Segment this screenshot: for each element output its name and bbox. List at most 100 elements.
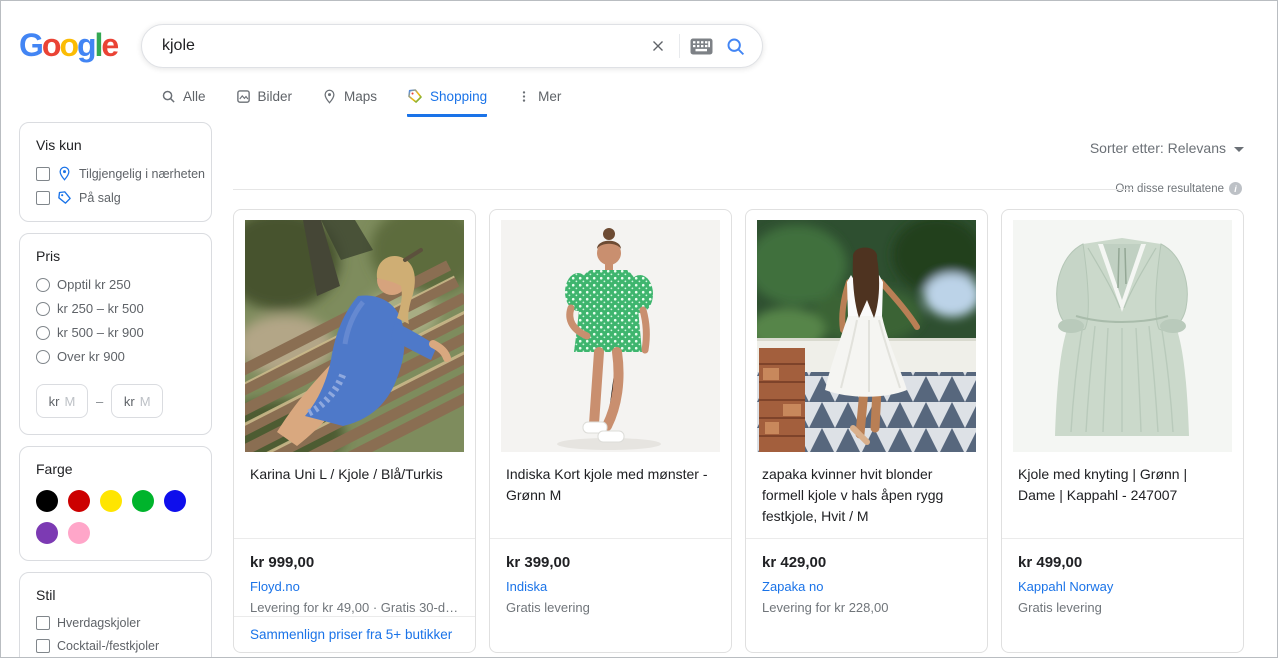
close-icon[interactable] bbox=[641, 29, 675, 63]
google-shopping-page: Google Alle Bilder Maps Shopping bbox=[0, 0, 1278, 658]
logo-letter: o bbox=[59, 27, 77, 63]
product-title[interactable]: Kjole med knyting | Grønn | Dame | Kappa… bbox=[1002, 452, 1243, 538]
price-option-4[interactable]: Over kr 900 bbox=[36, 349, 201, 364]
tab-shopping[interactable]: Shopping bbox=[407, 88, 487, 117]
shipping-info: Levering for kr 228,00 bbox=[762, 600, 971, 615]
price-option-label: kr 250 – kr 500 bbox=[57, 301, 144, 316]
product-image[interactable] bbox=[746, 210, 987, 452]
product-title[interactable]: zapaka kvinner hvit blonder formell kjol… bbox=[746, 452, 987, 538]
more-vertical-icon bbox=[517, 89, 531, 104]
compare-prices-link[interactable]: Sammenlign priser fra 5+ butikker bbox=[234, 616, 475, 652]
checkbox[interactable] bbox=[36, 167, 50, 181]
filter-box-show-only: Vis kun Tilgjengelig i nærheten På salg bbox=[19, 122, 212, 222]
chevron-down-icon bbox=[1234, 147, 1244, 152]
location-pin-icon bbox=[322, 89, 337, 104]
merchant-link[interactable]: Kappahl Norway bbox=[1018, 579, 1227, 594]
tab-label: Shopping bbox=[430, 89, 487, 104]
filter-option-nearby[interactable]: Tilgjengelig i nærheten bbox=[36, 166, 201, 181]
style-option-label: Cocktail-/festkjoler bbox=[57, 639, 159, 653]
price-min-input[interactable]: kr M bbox=[36, 384, 88, 418]
logo-letter: e bbox=[101, 27, 117, 63]
filter-option-on-sale[interactable]: På salg bbox=[36, 190, 201, 205]
style-option-1[interactable]: Hverdagskjoler bbox=[36, 616, 201, 630]
checkbox[interactable] bbox=[36, 616, 50, 630]
sort-dropdown[interactable]: Sorter etter: Relevans bbox=[1090, 140, 1244, 156]
product-price: kr 429,00 bbox=[762, 554, 971, 571]
tab-mer[interactable]: Mer bbox=[517, 88, 561, 117]
color-swatches bbox=[36, 490, 196, 544]
filter-box-price: Pris Opptil kr 250 kr 250 – kr 500 kr 50… bbox=[19, 233, 212, 435]
tab-label: Mer bbox=[538, 89, 561, 104]
product-grid: Karina Uni L / Kjole / Blå/Turkis kr 999… bbox=[233, 209, 1244, 653]
search-bar[interactable] bbox=[141, 24, 763, 68]
search-icon[interactable] bbox=[718, 29, 752, 63]
product-image[interactable] bbox=[490, 210, 731, 452]
product-title[interactable]: Karina Uni L / Kjole / Blå/Turkis bbox=[234, 452, 475, 538]
product-price: kr 499,00 bbox=[1018, 554, 1227, 571]
product-card: Indiska Kort kjole med mønster - Grønn M… bbox=[489, 209, 732, 653]
merchant-link[interactable]: Floyd.no bbox=[250, 579, 459, 594]
price-max-placeholder: M bbox=[140, 394, 151, 409]
merchant-link[interactable]: Zapaka no bbox=[762, 579, 971, 594]
logo-letter: G bbox=[19, 27, 42, 63]
color-swatch-blue[interactable] bbox=[164, 490, 186, 512]
color-swatch-yellow[interactable] bbox=[100, 490, 122, 512]
keyboard-icon[interactable] bbox=[684, 29, 718, 63]
radio[interactable] bbox=[36, 302, 50, 316]
sort-label: Sorter etter: Relevans bbox=[1090, 140, 1226, 156]
logo-letter: g bbox=[77, 27, 95, 63]
color-swatch-purple[interactable] bbox=[36, 522, 58, 544]
color-swatch-pink[interactable] bbox=[68, 522, 90, 544]
price-option-label: Over kr 900 bbox=[57, 349, 125, 364]
logo-letter: o bbox=[42, 27, 60, 63]
filter-title: Pris bbox=[36, 248, 201, 264]
product-title[interactable]: Indiska Kort kjole med mønster - Grønn M bbox=[490, 452, 731, 538]
product-card: Kjole med knyting | Grønn | Dame | Kappa… bbox=[1001, 209, 1244, 653]
range-dash: – bbox=[96, 394, 103, 409]
price-min-placeholder: M bbox=[65, 394, 76, 409]
style-option-2[interactable]: Cocktail-/festkjoler bbox=[36, 639, 201, 653]
radio[interactable] bbox=[36, 278, 50, 292]
shopping-tag-icon bbox=[407, 88, 423, 104]
color-swatch-green[interactable] bbox=[132, 490, 154, 512]
checkbox[interactable] bbox=[36, 191, 50, 205]
result-tabs: Alle Bilder Maps Shopping Mer bbox=[161, 88, 561, 117]
tab-bilder[interactable]: Bilder bbox=[236, 88, 293, 117]
radio[interactable] bbox=[36, 326, 50, 340]
shipping-info: Levering for kr 49,00 · Gratis 30-dage… bbox=[250, 600, 459, 615]
tab-maps[interactable]: Maps bbox=[322, 88, 377, 117]
style-option-label: Hverdagskjoler bbox=[57, 616, 140, 630]
color-swatch-black[interactable] bbox=[36, 490, 58, 512]
color-swatch-red[interactable] bbox=[68, 490, 90, 512]
radio[interactable] bbox=[36, 350, 50, 364]
price-option-2[interactable]: kr 250 – kr 500 bbox=[36, 301, 201, 316]
product-price: kr 999,00 bbox=[250, 554, 459, 571]
location-pin-icon bbox=[57, 166, 72, 181]
currency-prefix: kr bbox=[49, 394, 60, 409]
checkbox[interactable] bbox=[36, 639, 50, 653]
price-max-input[interactable]: kr M bbox=[111, 384, 163, 418]
filter-title: Farge bbox=[36, 461, 201, 477]
search-input[interactable] bbox=[142, 37, 641, 55]
google-logo[interactable]: Google bbox=[19, 27, 117, 64]
tab-alle[interactable]: Alle bbox=[161, 88, 206, 117]
product-card: Karina Uni L / Kjole / Blå/Turkis kr 999… bbox=[233, 209, 476, 653]
filter-sidebar: Vis kun Tilgjengelig i nærheten På salg … bbox=[19, 122, 212, 658]
product-price: kr 399,00 bbox=[506, 554, 715, 571]
price-option-1[interactable]: Opptil kr 250 bbox=[36, 277, 201, 292]
price-option-label: Opptil kr 250 bbox=[57, 277, 131, 292]
price-option-3[interactable]: kr 500 – kr 900 bbox=[36, 325, 201, 340]
about-results[interactable]: Om disse resultatene i bbox=[1115, 182, 1242, 195]
filter-option-label: På salg bbox=[79, 191, 121, 205]
search-divider bbox=[679, 34, 680, 58]
filter-box-style: Stil Hverdagskjoler Cocktail-/festkjoler… bbox=[19, 572, 212, 658]
filter-box-color: Farge bbox=[19, 446, 212, 561]
product-image[interactable] bbox=[234, 210, 475, 452]
merchant-link[interactable]: Indiska bbox=[506, 579, 715, 594]
product-card: zapaka kvinner hvit blonder formell kjol… bbox=[745, 209, 988, 653]
product-pricing: kr 499,00 Kappahl Norway Gratis levering bbox=[1002, 538, 1243, 652]
product-pricing: kr 399,00 Indiska Gratis levering bbox=[490, 538, 731, 652]
search-icon bbox=[161, 89, 176, 104]
tab-label: Alle bbox=[183, 89, 206, 104]
product-image[interactable] bbox=[1002, 210, 1243, 452]
